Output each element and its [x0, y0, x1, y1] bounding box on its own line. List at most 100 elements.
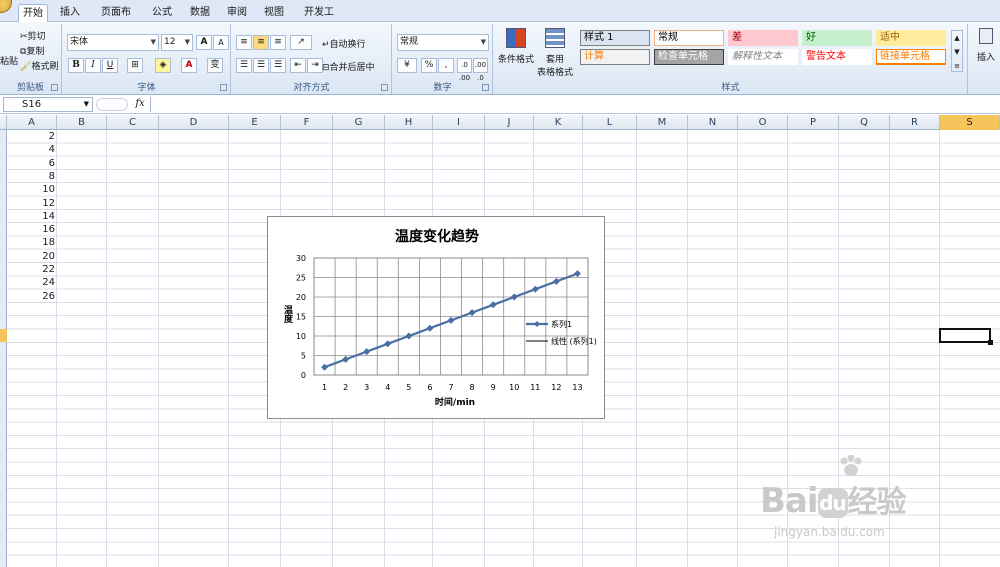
- gallery-scroll[interactable]: ▲ ▼ ≡: [951, 30, 963, 72]
- formula-divider-handle[interactable]: [96, 98, 128, 111]
- cell-style-5[interactable]: 计算: [580, 49, 650, 65]
- column-header-q[interactable]: Q: [839, 115, 890, 130]
- increase-decimal-button[interactable]: .0 .00: [457, 58, 472, 82]
- cell-a[interactable]: 18: [7, 236, 57, 249]
- cell-a[interactable]: 22: [7, 263, 57, 276]
- alignment-launcher[interactable]: [381, 84, 388, 91]
- cell-style-7[interactable]: 解释性文本: [728, 49, 798, 65]
- column-header-o[interactable]: O: [738, 115, 788, 130]
- cell-a[interactable]: 24: [7, 276, 57, 289]
- copy-button[interactable]: ⧉复制: [20, 44, 44, 57]
- merge-center-button[interactable]: ⊟合并后居中: [322, 60, 375, 73]
- insert-function-button[interactable]: fx: [133, 97, 147, 112]
- increase-indent-button[interactable]: ⇥: [307, 58, 323, 73]
- column-header-m[interactable]: M: [637, 115, 688, 130]
- font-name-select[interactable]: 宋体 ▼: [67, 34, 159, 51]
- tab-page-layout[interactable]: 页面布局: [94, 4, 138, 35]
- align-middle-button[interactable]: ≡: [253, 35, 269, 50]
- format-as-table-button[interactable]: 套用 表格格式: [534, 26, 576, 86]
- column-header-p[interactable]: P: [788, 115, 839, 130]
- percent-button[interactable]: %: [421, 58, 437, 73]
- font-size-select[interactable]: 12 ▼: [161, 34, 193, 51]
- column-header-l[interactable]: L: [583, 115, 637, 130]
- column-header-g[interactable]: G: [333, 115, 385, 130]
- cell-a[interactable]: 4: [7, 143, 57, 156]
- tab-formulas[interactable]: 公式: [148, 4, 176, 22]
- column-header-e[interactable]: E: [229, 115, 281, 130]
- office-button[interactable]: [0, 0, 12, 13]
- tab-review[interactable]: 审阅: [223, 4, 251, 22]
- cell-style-6[interactable]: 检查单元格: [654, 49, 724, 65]
- align-bottom-icon: ≡: [274, 37, 282, 47]
- orientation-button[interactable]: ↗: [290, 35, 312, 50]
- underline-button[interactable]: U: [102, 58, 118, 73]
- column-header-b[interactable]: B: [57, 115, 107, 130]
- currency-button[interactable]: ¥: [397, 58, 417, 73]
- phonetic-button[interactable]: 变: [207, 58, 223, 73]
- cell-style-4[interactable]: 适中: [876, 30, 946, 46]
- tab-data[interactable]: 数据: [186, 4, 214, 22]
- align-left-button[interactable]: ☰: [236, 58, 252, 73]
- column-header-c[interactable]: C: [107, 115, 159, 130]
- conditional-format-button[interactable]: 条件格式: [498, 26, 534, 74]
- align-right-button[interactable]: ☰: [270, 58, 286, 73]
- bold-button[interactable]: B: [68, 58, 84, 73]
- tab-developer[interactable]: 开发工具: [297, 4, 341, 35]
- cell-a[interactable]: 6: [7, 157, 57, 170]
- decrease-indent-button[interactable]: ⇤: [290, 58, 306, 73]
- column-header-a[interactable]: A: [7, 115, 57, 130]
- number-format-select[interactable]: 常规 ▼: [397, 34, 489, 51]
- cell-style-8[interactable]: 警告文本: [802, 49, 872, 65]
- paste-button[interactable]: 粘贴: [0, 54, 18, 67]
- clipboard-launcher[interactable]: [51, 84, 58, 91]
- cell-a[interactable]: 2: [7, 130, 57, 143]
- chart-area[interactable]: 温度变化趋势 时间/min 温度 0 5 10 15 20 25 30 1 2 3 4 5 6 7 8 9 10…: [267, 216, 605, 419]
- cell-style-0[interactable]: 样式 1: [580, 30, 650, 46]
- column-header-n[interactable]: N: [688, 115, 738, 130]
- column-header-d[interactable]: D: [159, 115, 229, 130]
- data-point: [363, 348, 371, 356]
- grow-font-button[interactable]: A: [196, 35, 212, 50]
- fill-color-button[interactable]: ◈: [155, 58, 171, 73]
- formula-input[interactable]: [150, 97, 998, 112]
- borders-button[interactable]: ⊞: [127, 58, 143, 73]
- comma-button[interactable]: ,: [438, 58, 454, 73]
- italic-button[interactable]: I: [85, 58, 101, 73]
- cell-a[interactable]: 14: [7, 210, 57, 223]
- tab-insert[interactable]: 插入: [55, 4, 85, 22]
- column-header-r[interactable]: R: [890, 115, 940, 130]
- shrink-font-button[interactable]: A: [213, 35, 229, 50]
- tab-view[interactable]: 视图: [260, 4, 288, 22]
- align-top-button[interactable]: ≡: [236, 35, 252, 50]
- cell-a[interactable]: 16: [7, 223, 57, 236]
- column-header-s[interactable]: S: [940, 115, 1000, 130]
- cell-style-2[interactable]: 差: [728, 30, 798, 46]
- align-center-button[interactable]: ☰: [253, 58, 269, 73]
- tab-home[interactable]: 开始: [18, 4, 48, 22]
- cell-a[interactable]: 12: [7, 197, 57, 210]
- cell-a[interactable]: 10: [7, 183, 57, 196]
- cell-a[interactable]: 26: [7, 290, 57, 303]
- align-bottom-button[interactable]: ≡: [270, 35, 286, 50]
- cell-a[interactable]: 20: [7, 250, 57, 263]
- column-header-j[interactable]: J: [485, 115, 534, 130]
- decrease-decimal-button[interactable]: .00 .0: [473, 58, 488, 82]
- number-launcher[interactable]: [482, 84, 489, 91]
- insert-cells-button[interactable]: 插入: [973, 26, 999, 63]
- column-header-f[interactable]: F: [281, 115, 333, 130]
- cell-style-9[interactable]: 链接单元格: [876, 49, 946, 65]
- column-header-k[interactable]: K: [534, 115, 583, 130]
- font-color-button[interactable]: A: [181, 58, 197, 73]
- format-painter-button[interactable]: 🖌格式刷: [20, 59, 58, 72]
- name-box[interactable]: S16 ▼: [3, 97, 93, 112]
- cell-style-3[interactable]: 好: [802, 30, 872, 46]
- wrap-text-button[interactable]: ↵自动换行: [322, 37, 366, 50]
- column-header-h[interactable]: H: [385, 115, 433, 130]
- column-header-i[interactable]: I: [433, 115, 485, 130]
- cell-style-1[interactable]: 常规: [654, 30, 724, 46]
- active-cell[interactable]: [939, 328, 993, 345]
- cell-a[interactable]: 8: [7, 170, 57, 183]
- cut-button[interactable]: ✂剪切: [20, 29, 46, 42]
- select-all-corner[interactable]: [0, 115, 7, 130]
- font-launcher[interactable]: [220, 84, 227, 91]
